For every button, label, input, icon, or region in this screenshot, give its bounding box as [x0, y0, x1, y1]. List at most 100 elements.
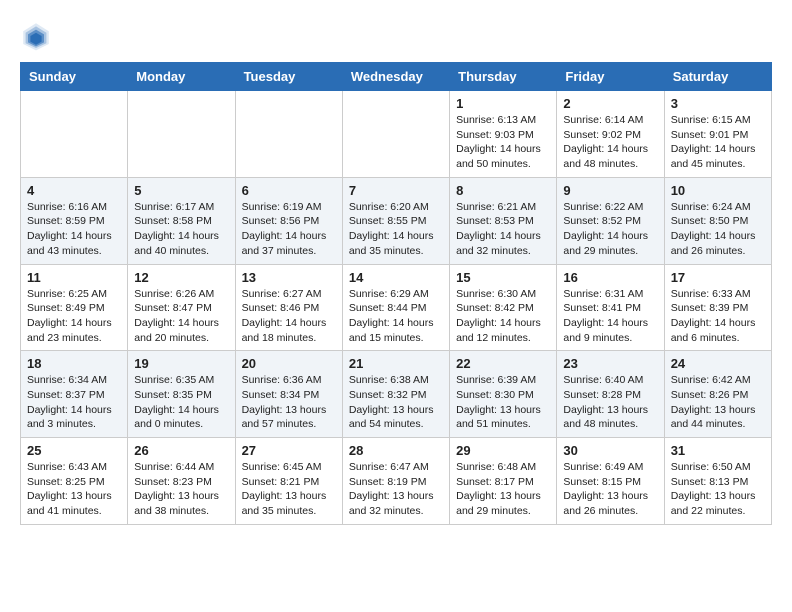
weekday-header-tuesday: Tuesday [235, 63, 342, 91]
day-number: 2 [563, 96, 657, 111]
day-info: Sunrise: 6:29 AM Sunset: 8:44 PM Dayligh… [349, 287, 443, 346]
day-info: Sunrise: 6:30 AM Sunset: 8:42 PM Dayligh… [456, 287, 550, 346]
calendar-table: SundayMondayTuesdayWednesdayThursdayFrid… [20, 62, 772, 525]
day-number: 6 [242, 183, 336, 198]
day-number: 23 [563, 356, 657, 371]
day-info: Sunrise: 6:35 AM Sunset: 8:35 PM Dayligh… [134, 373, 228, 432]
day-info: Sunrise: 6:14 AM Sunset: 9:02 PM Dayligh… [563, 113, 657, 172]
day-info: Sunrise: 6:19 AM Sunset: 8:56 PM Dayligh… [242, 200, 336, 259]
day-info: Sunrise: 6:44 AM Sunset: 8:23 PM Dayligh… [134, 460, 228, 519]
calendar-cell: 22 Sunrise: 6:39 AM Sunset: 8:30 PM Dayli… [450, 351, 557, 438]
day-info: Sunrise: 6:21 AM Sunset: 8:53 PM Dayligh… [456, 200, 550, 259]
day-info: Sunrise: 6:43 AM Sunset: 8:25 PM Dayligh… [27, 460, 121, 519]
day-number: 28 [349, 443, 443, 458]
calendar-cell [235, 91, 342, 178]
day-number: 27 [242, 443, 336, 458]
calendar-cell: 9 Sunrise: 6:22 AM Sunset: 8:52 PM Daylig… [557, 177, 664, 264]
weekday-header-friday: Friday [557, 63, 664, 91]
calendar-cell: 19 Sunrise: 6:35 AM Sunset: 8:35 PM Dayli… [128, 351, 235, 438]
day-number: 7 [349, 183, 443, 198]
day-number: 12 [134, 270, 228, 285]
calendar-cell: 5 Sunrise: 6:17 AM Sunset: 8:58 PM Daylig… [128, 177, 235, 264]
calendar-cell: 13Sunrise: 6:27 AM Sunset: 8:46 PM Dayli… [235, 264, 342, 351]
day-info: Sunrise: 6:20 AM Sunset: 8:55 PM Dayligh… [349, 200, 443, 259]
calendar-header-row: SundayMondayTuesdayWednesdayThursdayFrid… [21, 63, 772, 91]
day-info: Sunrise: 6:36 AM Sunset: 8:34 PM Dayligh… [242, 373, 336, 432]
calendar-cell [342, 91, 449, 178]
day-info: Sunrise: 6:26 AM Sunset: 8:47 PM Dayligh… [134, 287, 228, 346]
day-number: 22 [456, 356, 550, 371]
day-number: 26 [134, 443, 228, 458]
weekday-header-thursday: Thursday [450, 63, 557, 91]
calendar-week-2: 4 Sunrise: 6:16 AM Sunset: 8:59 PM Daylig… [21, 177, 772, 264]
day-info: Sunrise: 6:22 AM Sunset: 8:52 PM Dayligh… [563, 200, 657, 259]
day-info: Sunrise: 6:48 AM Sunset: 8:17 PM Dayligh… [456, 460, 550, 519]
calendar-week-5: 25 Sunrise: 6:43 AM Sunset: 8:25 PM Dayli… [21, 438, 772, 525]
calendar-cell: 10Sunrise: 6:24 AM Sunset: 8:50 PM Dayli… [664, 177, 771, 264]
calendar-cell: 2 Sunrise: 6:14 AM Sunset: 9:02 PM Daylig… [557, 91, 664, 178]
calendar-cell: 25 Sunrise: 6:43 AM Sunset: 8:25 PM Dayli… [21, 438, 128, 525]
calendar-week-3: 11Sunrise: 6:25 AM Sunset: 8:49 PM Dayli… [21, 264, 772, 351]
calendar-cell: 23 Sunrise: 6:40 AM Sunset: 8:28 PM Dayli… [557, 351, 664, 438]
day-info: Sunrise: 6:25 AM Sunset: 8:49 PM Dayligh… [27, 287, 121, 346]
weekday-header-saturday: Saturday [664, 63, 771, 91]
calendar-cell: 17Sunrise: 6:33 AM Sunset: 8:39 PM Dayli… [664, 264, 771, 351]
calendar-cell: 31 Sunrise: 6:50 AM Sunset: 8:13 PM Dayli… [664, 438, 771, 525]
day-info: Sunrise: 6:17 AM Sunset: 8:58 PM Dayligh… [134, 200, 228, 259]
calendar-cell: 28 Sunrise: 6:47 AM Sunset: 8:19 PM Dayli… [342, 438, 449, 525]
day-number: 15 [456, 270, 550, 285]
logo-icon [20, 20, 52, 52]
weekday-header-wednesday: Wednesday [342, 63, 449, 91]
day-number: 4 [27, 183, 121, 198]
day-info: Sunrise: 6:13 AM Sunset: 9:03 PM Dayligh… [456, 113, 550, 172]
logo [20, 20, 56, 52]
page-header [20, 20, 772, 52]
calendar-cell: 24 Sunrise: 6:42 AM Sunset: 8:26 PM Dayli… [664, 351, 771, 438]
calendar-cell: 16 Sunrise: 6:31 AM Sunset: 8:41 PM Dayli… [557, 264, 664, 351]
weekday-header-sunday: Sunday [21, 63, 128, 91]
day-info: Sunrise: 6:47 AM Sunset: 8:19 PM Dayligh… [349, 460, 443, 519]
day-number: 17 [671, 270, 765, 285]
day-number: 30 [563, 443, 657, 458]
day-number: 14 [349, 270, 443, 285]
calendar-cell: 20 Sunrise: 6:36 AM Sunset: 8:34 PM Dayli… [235, 351, 342, 438]
day-number: 16 [563, 270, 657, 285]
day-number: 1 [456, 96, 550, 111]
day-number: 5 [134, 183, 228, 198]
day-number: 13 [242, 270, 336, 285]
day-number: 31 [671, 443, 765, 458]
calendar-cell [21, 91, 128, 178]
calendar-cell: 7 Sunrise: 6:20 AM Sunset: 8:55 PM Daylig… [342, 177, 449, 264]
day-info: Sunrise: 6:50 AM Sunset: 8:13 PM Dayligh… [671, 460, 765, 519]
calendar-cell: 3Sunrise: 6:15 AM Sunset: 9:01 PM Daylig… [664, 91, 771, 178]
day-info: Sunrise: 6:16 AM Sunset: 8:59 PM Dayligh… [27, 200, 121, 259]
day-number: 25 [27, 443, 121, 458]
calendar-cell: 11Sunrise: 6:25 AM Sunset: 8:49 PM Dayli… [21, 264, 128, 351]
calendar-cell: 6 Sunrise: 6:19 AM Sunset: 8:56 PM Daylig… [235, 177, 342, 264]
day-info: Sunrise: 6:45 AM Sunset: 8:21 PM Dayligh… [242, 460, 336, 519]
weekday-header-monday: Monday [128, 63, 235, 91]
calendar-cell: 4 Sunrise: 6:16 AM Sunset: 8:59 PM Daylig… [21, 177, 128, 264]
calendar-cell: 14 Sunrise: 6:29 AM Sunset: 8:44 PM Dayli… [342, 264, 449, 351]
day-number: 18 [27, 356, 121, 371]
day-number: 24 [671, 356, 765, 371]
day-number: 19 [134, 356, 228, 371]
day-info: Sunrise: 6:49 AM Sunset: 8:15 PM Dayligh… [563, 460, 657, 519]
day-info: Sunrise: 6:39 AM Sunset: 8:30 PM Dayligh… [456, 373, 550, 432]
day-info: Sunrise: 6:31 AM Sunset: 8:41 PM Dayligh… [563, 287, 657, 346]
calendar-cell: 21Sunrise: 6:38 AM Sunset: 8:32 PM Dayli… [342, 351, 449, 438]
calendar-cell: 30 Sunrise: 6:49 AM Sunset: 8:15 PM Dayli… [557, 438, 664, 525]
day-info: Sunrise: 6:24 AM Sunset: 8:50 PM Dayligh… [671, 200, 765, 259]
day-number: 29 [456, 443, 550, 458]
day-number: 9 [563, 183, 657, 198]
calendar-cell [128, 91, 235, 178]
calendar-week-1: 1 Sunrise: 6:13 AM Sunset: 9:03 PM Daylig… [21, 91, 772, 178]
calendar-cell: 15 Sunrise: 6:30 AM Sunset: 8:42 PM Dayli… [450, 264, 557, 351]
day-info: Sunrise: 6:40 AM Sunset: 8:28 PM Dayligh… [563, 373, 657, 432]
day-number: 20 [242, 356, 336, 371]
calendar-cell: 8 Sunrise: 6:21 AM Sunset: 8:53 PM Daylig… [450, 177, 557, 264]
calendar-cell: 18Sunrise: 6:34 AM Sunset: 8:37 PM Dayli… [21, 351, 128, 438]
calendar-week-4: 18Sunrise: 6:34 AM Sunset: 8:37 PM Dayli… [21, 351, 772, 438]
day-number: 8 [456, 183, 550, 198]
day-info: Sunrise: 6:42 AM Sunset: 8:26 PM Dayligh… [671, 373, 765, 432]
